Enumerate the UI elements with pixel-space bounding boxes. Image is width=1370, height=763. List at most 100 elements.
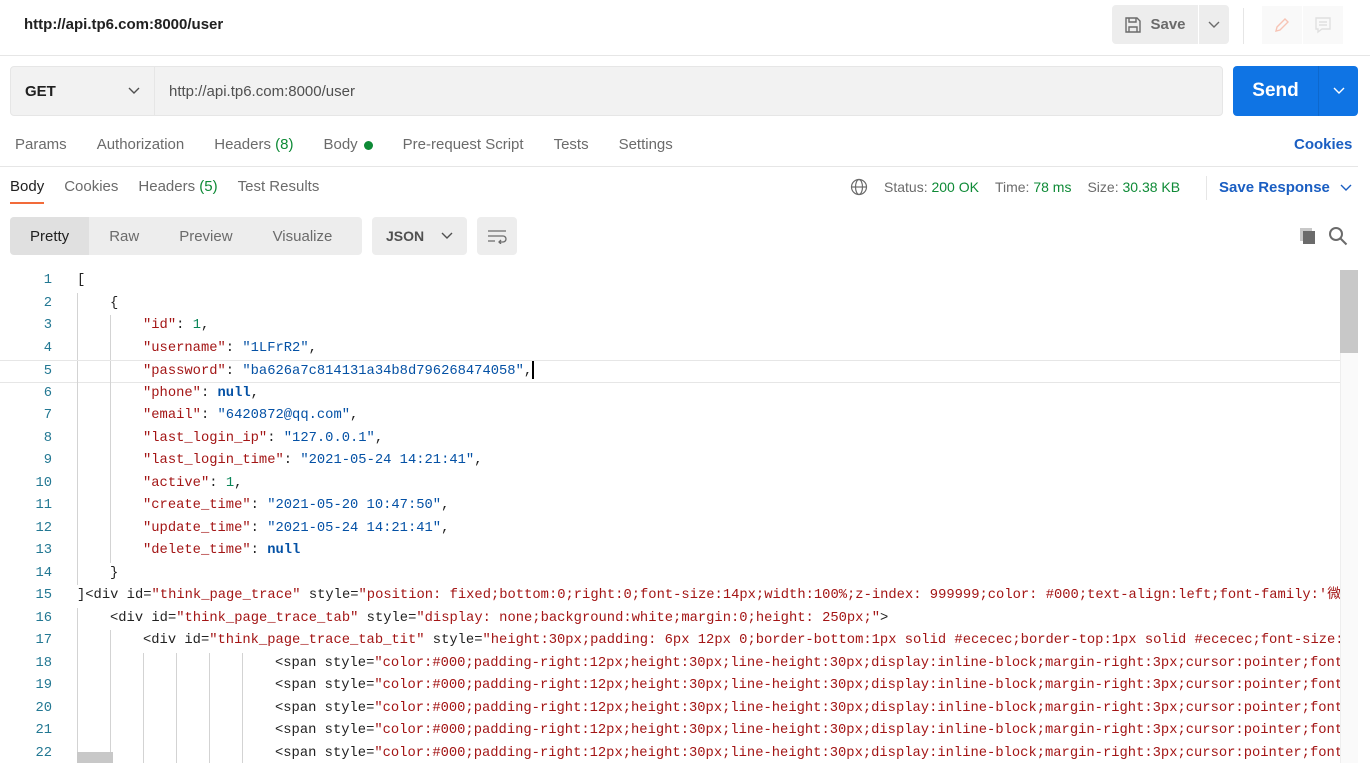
status-value: 200 OK [931, 179, 979, 195]
view-preview[interactable]: Preview [159, 217, 252, 255]
indent-guide [242, 675, 243, 698]
status-label: Status: [884, 179, 928, 195]
tab-tests[interactable]: Tests [554, 136, 589, 153]
vertical-scrollbar-thumb[interactable] [1340, 270, 1358, 353]
code-text: <span style="color:#000;padding-right:12… [275, 698, 1340, 721]
code-line: 22 <span style="color:#000;padding-right:… [0, 742, 1340, 763]
code-text: "active": 1, [143, 473, 242, 496]
code-text: "delete_time": null [143, 540, 300, 563]
horizontal-scrollbar-thumb[interactable] [77, 752, 113, 763]
indent-guide [110, 427, 111, 450]
request-tabs: Params Authorization Headers (8) Body Pr… [15, 136, 673, 153]
format-value: JSON [386, 228, 425, 244]
format-select[interactable]: JSON [372, 217, 467, 255]
code-text: <div id="think_page_trace_tab" style="di… [110, 608, 888, 631]
indent-guide [176, 697, 177, 720]
code-text: "id": 1, [143, 315, 209, 338]
code-token: "display: none;background:white;margin:0… [416, 610, 881, 626]
code-line: 14} [0, 562, 1340, 585]
code-token: "password" [143, 364, 226, 379]
indent-guide [143, 742, 144, 763]
headers-count: (5) [199, 178, 218, 195]
cookies-link[interactable]: Cookies [1294, 136, 1352, 153]
code-token: : [200, 408, 218, 423]
indent-guide [77, 675, 78, 698]
method-value: GET [25, 82, 56, 100]
tab-settings[interactable]: Settings [619, 136, 673, 153]
globe-icon[interactable] [850, 178, 868, 196]
code-token: "color:#000;padding-right:12px;height:30… [374, 700, 1340, 716]
tab-params[interactable]: Params [15, 136, 67, 153]
line-number: 14 [35, 565, 52, 581]
tab-label: Cookies [64, 178, 119, 195]
code-text: "phone": null, [143, 383, 259, 406]
indent-guide [242, 742, 243, 763]
code-token: "active" [143, 475, 210, 491]
tab-label: Body [10, 178, 45, 195]
indent-guide [110, 697, 111, 720]
tab-headers[interactable]: Headers (8) [214, 136, 293, 153]
edit-button[interactable] [1262, 6, 1302, 44]
tab-body[interactable]: Body [323, 136, 373, 153]
save-response-button[interactable]: Save Response [1219, 179, 1352, 196]
code-text: <span style="color:#000;padding-right:12… [275, 720, 1340, 743]
view-raw[interactable]: Raw [89, 217, 159, 255]
tab-response-cookies[interactable]: Cookies [64, 178, 118, 195]
comments-button[interactable] [1303, 6, 1343, 44]
code-token: "think_page_trace_tab" [176, 610, 359, 626]
wrap-lines-button[interactable] [477, 217, 517, 255]
save-dropdown-button[interactable] [1199, 5, 1229, 44]
code-text: "last_login_time": "2021-05-24 14:21:41"… [143, 450, 482, 473]
code-token: null [267, 543, 301, 558]
save-button[interactable]: Save [1112, 5, 1198, 44]
tab-response-headers[interactable]: Headers (5) [138, 178, 217, 195]
code-token: > [880, 610, 889, 626]
code-token: "2021-05-24 14:21:41" [300, 453, 475, 468]
code-token: "email" [143, 408, 201, 423]
send-dropdown-button[interactable] [1319, 66, 1358, 116]
indent-guide [176, 720, 177, 743]
chevron-down-icon [1333, 87, 1344, 94]
line-number: 5 [43, 364, 52, 379]
save-label: Save [1150, 16, 1186, 33]
tab-test-results[interactable]: Test Results [238, 178, 320, 195]
code-token: <span style= [275, 678, 375, 693]
view-pretty[interactable]: Pretty [10, 217, 90, 255]
tab-label: Pre-request Script [402, 136, 524, 153]
code-token: <span style= [275, 700, 375, 716]
code-text: ]<div id="think_page_trace" style="posit… [77, 585, 1340, 608]
code-line: 8 "last_login_ip": "127.0.0.1", [0, 427, 1340, 450]
code-token: , [441, 520, 450, 536]
code-token: { [110, 295, 119, 311]
code-line: 9 "last_login_time": "2021-05-24 14:21:41… [0, 450, 1340, 473]
code-token: "username" [143, 340, 226, 356]
tab-pre-request-script[interactable]: Pre-request Script [403, 136, 524, 153]
code-token: , [234, 475, 243, 491]
code-token: style= [358, 610, 417, 626]
method-select[interactable]: GET [10, 66, 155, 116]
indent-guide [242, 652, 243, 675]
line-number: 4 [43, 340, 52, 356]
url-input[interactable]: http://api.tp6.com:8000/user [154, 66, 1223, 116]
indent-guide [110, 361, 111, 384]
send-button[interactable]: Send [1233, 66, 1319, 116]
code-line: 20 <span style="color:#000;padding-right:… [0, 697, 1340, 721]
tab-response-body[interactable]: Body [10, 178, 45, 204]
indent-guide [242, 697, 243, 720]
code-text: <span style="color:#000;padding-right:12… [275, 653, 1340, 676]
search-button[interactable] [1328, 226, 1348, 251]
comment-icon [1315, 17, 1331, 34]
view-visualize[interactable]: Visualize [253, 217, 353, 255]
response-body-editor[interactable]: 1[2{3 "id": 1, 4 "username": "1LFrR2", 5 "pas… [0, 270, 1340, 763]
code-text: "username": "1LFrR2", [143, 338, 317, 361]
indent-guide [110, 675, 111, 698]
tab-authorization[interactable]: Authorization [97, 136, 185, 153]
code-token: "2021-05-24 14:21:41" [267, 520, 442, 536]
copy-button[interactable] [1298, 226, 1318, 251]
indent-guide [209, 697, 210, 720]
code-token: ]<div id= [77, 588, 152, 603]
line-number: 9 [43, 453, 52, 468]
time-label: Time: [994, 179, 1030, 195]
response-status: Status: 200 OK Time: 78 ms Size: 30.38 K… [850, 178, 1180, 196]
tab-label: Authorization [96, 136, 185, 153]
